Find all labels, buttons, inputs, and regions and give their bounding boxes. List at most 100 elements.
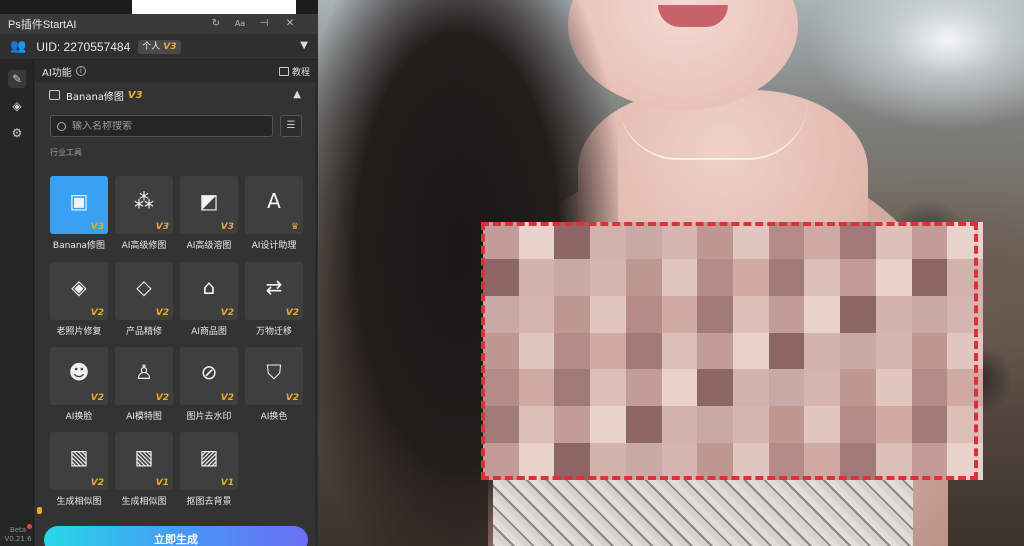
tool-version-badge: V2 (90, 478, 104, 488)
tool-tile[interactable]: ⊘ V2 (180, 347, 238, 405)
tool-label: 生成相似图 (121, 497, 167, 507)
photo-restore-icon: ◈ (71, 275, 87, 299)
version-label: V0.21.6 (4, 535, 32, 543)
photo-canvas[interactable] (318, 0, 1024, 546)
tool-label: Banana修图 (52, 241, 106, 251)
list-view-button[interactable]: ☰ (280, 115, 302, 137)
category-label: 行业工具 (50, 148, 82, 157)
layers-icon[interactable]: ◈ (8, 97, 26, 115)
remove-watermark-icon: ⊘ (200, 360, 218, 384)
tool-tile[interactable]: A ♛ (245, 176, 303, 234)
section-name: Banana修图 (66, 91, 124, 103)
remove-background-icon: ▨ (199, 445, 219, 469)
tool-label: AI设计助理 (251, 241, 297, 251)
section-version: V3 (127, 89, 143, 101)
chevron-down-icon[interactable]: ▼ (300, 40, 308, 51)
tshirt-recolor-icon: ⛉ (266, 360, 282, 384)
transfer-icon: ⇄ (265, 275, 283, 299)
pencil-icon[interactable]: ✎ (8, 70, 26, 88)
ai-main: AI功能 i 教程 Banana修图 V3 ▲ ☰ 行业工具 ▣V3Banana… (35, 60, 318, 546)
tool-label: 图片去水印 (186, 412, 232, 422)
tool-tile[interactable]: ☻ V2 (50, 347, 108, 405)
tool-tile[interactable]: ▧ V1 (115, 432, 173, 490)
refresh-icon[interactable]: ↻ (208, 16, 224, 32)
model-icon: ♙ (135, 360, 153, 384)
face-swap-icon: ☻ (68, 360, 90, 384)
tool-version-badge: V2 (155, 308, 169, 318)
shopping-bag-icon: ⌂ (202, 275, 216, 299)
search-icon (57, 121, 66, 131)
tool-version-badge: V2 (90, 308, 104, 318)
search-box[interactable] (50, 115, 273, 137)
tool-label: AI换脸 (65, 412, 93, 422)
beta-label: Beta (9, 526, 27, 534)
tool-tile[interactable]: ⛉ V2 (245, 347, 303, 405)
book-icon (278, 67, 289, 76)
tool-version-badge: V2 (155, 393, 169, 403)
users-icon: 👥 (10, 39, 27, 54)
tool-tile[interactable]: ▧ V2 (50, 432, 108, 490)
pin-icon[interactable]: ⊣ (256, 16, 272, 32)
image-edit-icon: ▣ (69, 189, 89, 213)
photo-subject-lips (658, 5, 728, 27)
tool-tile[interactable]: ◇ V2 (115, 262, 173, 320)
tool-tile[interactable]: ▨ V1 (180, 432, 238, 490)
scroll-marker (37, 507, 42, 514)
tool-version-badge: V2 (90, 393, 104, 403)
tool-tile[interactable]: ◩ V3 (180, 176, 238, 234)
info-icon[interactable]: i (75, 66, 86, 76)
tool-label: AI换色 (260, 412, 288, 422)
tool-tile[interactable]: ⇄ V2 (245, 262, 303, 320)
tool-section: Banana修图 V3 ▲ ☰ 行业工具 ▣V3Banana修图⁂V3AI高级修… (35, 82, 315, 546)
tool-label: AI高级修图 (121, 241, 167, 251)
tool-tile[interactable]: ⁂ V3 (115, 176, 173, 234)
plan-label: 个人 (142, 41, 161, 52)
tool-version-badge: V2 (220, 308, 234, 318)
tool-tile[interactable]: ♙ V2 (115, 347, 173, 405)
similar-image-icon: ▧ (69, 445, 89, 469)
version-info: Beta V0.21.6 (3, 526, 33, 544)
tool-label: 万物迁移 (255, 327, 292, 337)
tool-label: AI高级溶图 (186, 241, 232, 251)
left-rail: ✎ ◈ ⚙ Beta V0.21.6 (0, 60, 34, 546)
tool-version-badge: V1 (220, 478, 234, 488)
censor-dashed-outline (481, 222, 978, 480)
tool-version-badge: V3 (90, 222, 104, 232)
tutorial-link[interactable]: 教程 (278, 65, 310, 78)
tool-label: 老照片修复 (56, 327, 102, 337)
design-assistant-icon: A (267, 189, 281, 213)
similar-image-v1-icon: ▧ (134, 445, 154, 469)
tutorial-label: 教程 (291, 68, 310, 78)
search-input[interactable] (72, 120, 262, 132)
plugin-panel: Ps插件StartAI ↻ Aa ⊣ ✕ 👥 UID: 2270557484 个… (0, 14, 318, 546)
crown-icon: ♛ (290, 222, 299, 232)
close-icon[interactable]: ✕ (282, 16, 298, 32)
plan-badge[interactable]: 个人 V3 (138, 39, 181, 54)
tool-label: 抠图去背景 (186, 497, 232, 507)
tool-tile[interactable]: ◈ V2 (50, 262, 108, 320)
magic-wand-icon: ⁂ (134, 189, 154, 213)
plan-version: V3 (163, 41, 177, 52)
tool-version-badge: V2 (285, 308, 299, 318)
tool-label: 生成相似图 (56, 497, 102, 507)
gear-icon[interactable]: ⚙ (8, 124, 26, 142)
title-bar: Ps插件StartAI ↻ Aa ⊣ ✕ (0, 14, 318, 34)
ai-header: AI功能 i 教程 (35, 60, 318, 82)
chevron-up-icon[interactable]: ▲ (293, 89, 301, 100)
ai-title: AI功能 (42, 67, 72, 79)
uid-label: UID: 2270557484 (36, 39, 131, 54)
tool-tile[interactable]: ▣ V3 (50, 176, 108, 234)
tool-version-badge: V3 (155, 222, 169, 232)
section-header[interactable]: Banana修图 V3 ▲ (35, 82, 315, 108)
window-title: Ps插件StartAI (8, 19, 77, 31)
tool-version-badge: V2 (220, 393, 234, 403)
diamond-icon: ◇ (136, 275, 152, 299)
top-white-block (132, 0, 296, 14)
image-blend-icon: ◩ (199, 189, 219, 213)
image-icon (49, 90, 60, 100)
tool-tile[interactable]: ⌂ V2 (180, 262, 238, 320)
generate-button[interactable]: 立即生成 (44, 526, 308, 546)
tool-label: AI商品图 (191, 327, 227, 337)
tool-version-badge: V2 (285, 393, 299, 403)
font-size-icon[interactable]: Aa (232, 16, 248, 32)
